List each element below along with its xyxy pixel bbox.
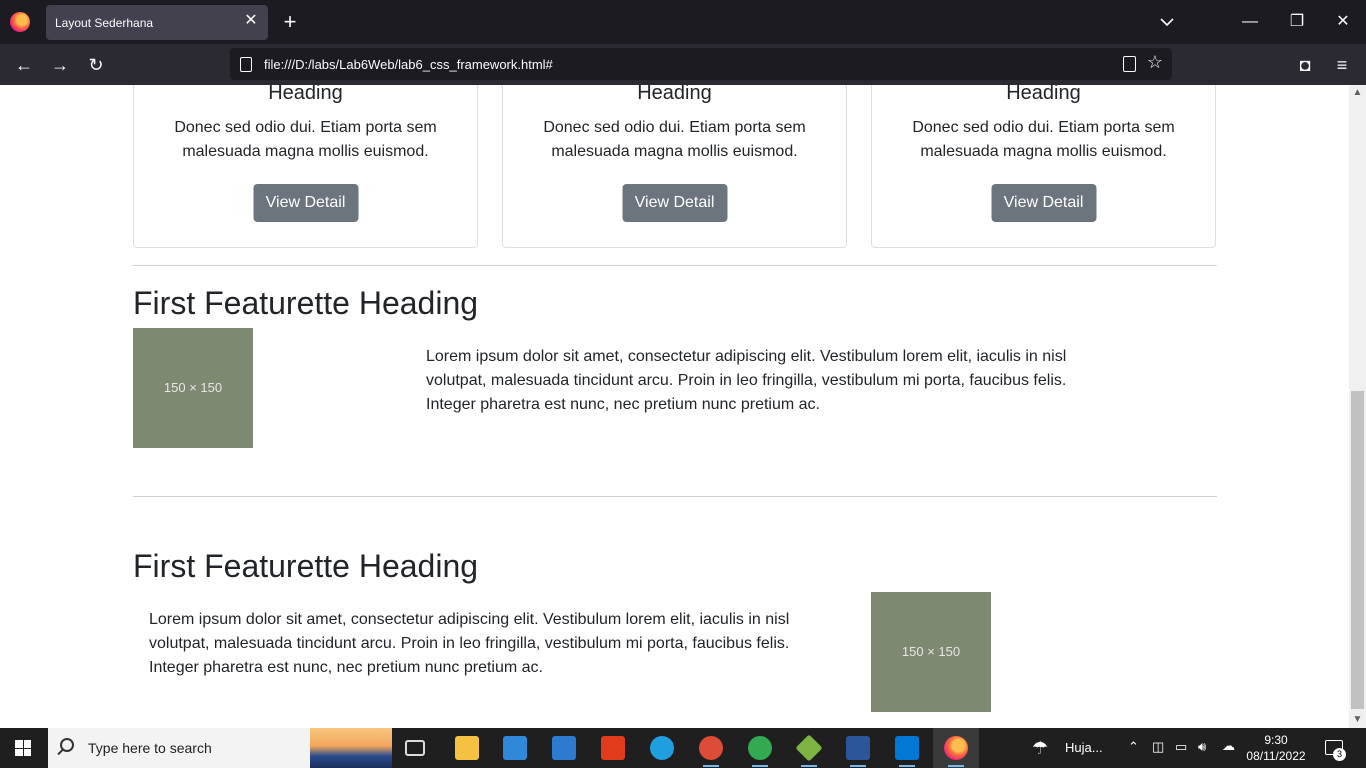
microsoft-store-icon[interactable] bbox=[503, 736, 527, 760]
view-detail-button[interactable]: View Detail bbox=[253, 184, 358, 222]
mail-icon[interactable] bbox=[552, 736, 576, 760]
card-heading: Heading bbox=[637, 85, 712, 104]
forward-button[interactable]: → bbox=[48, 53, 72, 77]
reload-button[interactable]: ↻ bbox=[84, 53, 108, 77]
page-content: Heading Donec sed odio dui. Etiam porta … bbox=[0, 85, 1349, 728]
restore-button[interactable]: ❐ bbox=[1285, 10, 1309, 34]
minimize-button[interactable]: — bbox=[1238, 10, 1262, 34]
card: Heading Donec sed odio dui. Etiam porta … bbox=[133, 85, 478, 248]
divider bbox=[133, 265, 1217, 266]
app-menu-icon[interactable]: ≡ bbox=[1330, 53, 1354, 77]
vscode-icon[interactable] bbox=[895, 736, 919, 760]
card-heading: Heading bbox=[1006, 85, 1081, 104]
divider bbox=[133, 496, 1217, 497]
pocket-icon[interactable]: ◘ bbox=[1293, 53, 1317, 77]
featurette-text: Lorem ipsum dolor sit amet, consectetur … bbox=[149, 611, 790, 676]
running-indicator bbox=[948, 765, 964, 767]
volume-icon[interactable]: 🔊︎ bbox=[1198, 739, 1206, 755]
tab-strip: Layout Sederhana ✕ + — ❐ ✕ bbox=[0, 0, 1366, 44]
card-text: Donec sed odio dui. Etiam porta sem male… bbox=[543, 119, 806, 160]
clock-date: 08/11/2022 bbox=[1246, 749, 1306, 763]
weather-umbrella-icon[interactable]: ☂ bbox=[1032, 738, 1048, 759]
running-indicator bbox=[850, 765, 866, 767]
clock-time: 9:30 bbox=[1264, 733, 1288, 747]
vertical-scrollbar[interactable]: ▲ ▼ bbox=[1349, 85, 1366, 728]
word-icon[interactable] bbox=[846, 736, 870, 760]
battery-icon[interactable]: ▭ bbox=[1175, 739, 1187, 755]
bookmark-star-icon[interactable]: ☆ bbox=[1144, 52, 1166, 73]
reader-view-icon[interactable] bbox=[1123, 56, 1136, 72]
page-icon bbox=[240, 57, 252, 72]
search-highlight-image bbox=[310, 728, 392, 768]
windows-start-icon[interactable] bbox=[15, 740, 31, 756]
url-text[interactable]: file:///D:/labs/Lab6Web/lab6_css_framewo… bbox=[264, 57, 553, 72]
weather-text[interactable]: Huja... bbox=[1065, 740, 1103, 755]
address-bar[interactable]: file:///D:/labs/Lab6Web/lab6_css_framewo… bbox=[230, 48, 1172, 80]
edge-icon[interactable] bbox=[650, 736, 674, 760]
show-hidden-icons-chevron-icon[interactable]: ⌃ bbox=[1128, 739, 1139, 755]
view-detail-button[interactable]: View Detail bbox=[622, 184, 727, 222]
git-icon[interactable] bbox=[795, 734, 823, 762]
search-icon bbox=[60, 738, 74, 752]
scroll-up-arrow-icon[interactable]: ▲ bbox=[1349, 85, 1366, 101]
running-indicator bbox=[752, 765, 768, 767]
tab-title: Layout Sederhana bbox=[55, 16, 154, 30]
taskbar: Type here to search ☂ Huja... ⌃ ◫ ▭ 🔊︎ ☁… bbox=[0, 728, 1366, 768]
scrollbar-thumb[interactable] bbox=[1351, 391, 1364, 709]
office-icon[interactable] bbox=[601, 736, 625, 760]
meet-now-icon[interactable]: ◫ bbox=[1152, 739, 1164, 755]
view-detail-button[interactable]: View Detail bbox=[991, 184, 1096, 222]
new-tab-button[interactable]: + bbox=[280, 10, 300, 34]
tab-list-chevron-down-icon[interactable] bbox=[1158, 14, 1176, 30]
firefox-logo-icon[interactable] bbox=[10, 12, 30, 32]
card-heading: Heading bbox=[268, 85, 343, 104]
back-button[interactable]: ← bbox=[12, 53, 36, 77]
placeholder-image: 150 × 150 bbox=[133, 328, 253, 448]
card: Heading Donec sed odio dui. Etiam porta … bbox=[502, 85, 847, 248]
featurette-text: Lorem ipsum dolor sit amet, consectetur … bbox=[426, 348, 1067, 413]
featurette-heading: First Featurette Heading bbox=[133, 285, 479, 321]
onedrive-cloud-icon[interactable]: ☁ bbox=[1222, 738, 1235, 754]
running-indicator bbox=[801, 765, 817, 767]
system-clock[interactable]: 9:30 08/11/2022 bbox=[1236, 732, 1316, 764]
firefox-icon[interactable] bbox=[944, 736, 968, 760]
taskbar-search-box[interactable]: Type here to search bbox=[48, 728, 392, 768]
placeholder-image: 150 × 150 bbox=[871, 592, 991, 712]
chrome-profile-icon[interactable] bbox=[748, 736, 772, 760]
close-window-button[interactable]: ✕ bbox=[1331, 10, 1355, 34]
tab-layout-sederhana[interactable]: Layout Sederhana ✕ bbox=[46, 5, 268, 40]
card-text: Donec sed odio dui. Etiam porta sem male… bbox=[174, 119, 437, 160]
task-view-icon[interactable] bbox=[405, 740, 425, 756]
tab-close-icon[interactable]: ✕ bbox=[242, 12, 260, 30]
running-indicator bbox=[703, 765, 719, 767]
scroll-down-arrow-icon[interactable]: ▼ bbox=[1349, 712, 1366, 728]
running-indicator bbox=[899, 765, 915, 767]
featurette-heading: First Featurette Heading bbox=[133, 548, 479, 584]
notification-count-badge: 3 bbox=[1333, 748, 1346, 761]
navigation-toolbar: ← → ↻ file:///D:/labs/Lab6Web/lab6_css_f… bbox=[0, 44, 1366, 85]
card-text: Donec sed odio dui. Etiam porta sem male… bbox=[912, 119, 1175, 160]
search-placeholder: Type here to search bbox=[88, 740, 212, 756]
card: Heading Donec sed odio dui. Etiam porta … bbox=[871, 85, 1216, 248]
file-explorer-icon[interactable] bbox=[455, 736, 479, 760]
chrome-icon[interactable] bbox=[699, 736, 723, 760]
